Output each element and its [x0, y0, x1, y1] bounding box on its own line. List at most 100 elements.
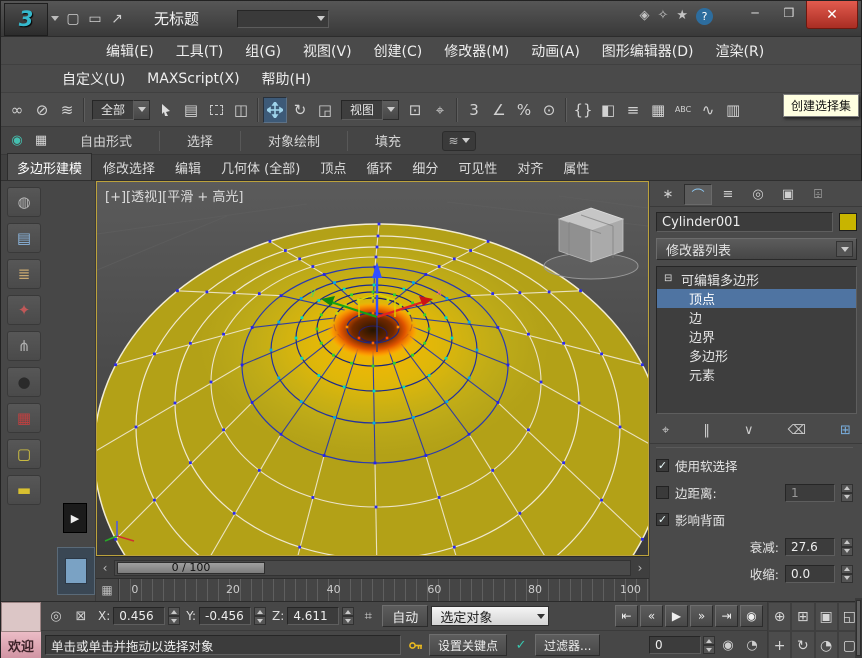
- terrain-tool-icon[interactable]: ◍: [7, 187, 41, 217]
- tab-loops[interactable]: 循环: [357, 154, 401, 180]
- previous-frame-icon[interactable]: «: [640, 605, 663, 627]
- document-tool-icon[interactable]: ▤: [7, 223, 41, 253]
- menu-create[interactable]: 创建(C): [363, 38, 434, 64]
- menu-help[interactable]: 帮助(H): [251, 66, 322, 92]
- edge-distance-spinner[interactable]: [841, 484, 853, 502]
- layer-manager-icon[interactable]: ▦: [646, 97, 670, 123]
- stack-item-element[interactable]: 元素: [657, 365, 856, 384]
- field-of-view-icon[interactable]: ◔: [815, 631, 838, 658]
- y-coordinate-field[interactable]: -0.456: [199, 607, 251, 625]
- remove-modifier-icon[interactable]: ⌫: [788, 423, 806, 438]
- tab-vertex[interactable]: 顶点: [311, 154, 355, 180]
- menu-group[interactable]: 组(G): [234, 38, 292, 64]
- tab-modify-selection[interactable]: 修改选择: [94, 154, 164, 180]
- rectangular-selection-region-icon[interactable]: [204, 97, 228, 123]
- time-slider-thumb[interactable]: 0 / 100: [117, 562, 265, 574]
- zoom-icon[interactable]: ⊕: [768, 602, 791, 631]
- frame-spinner[interactable]: [703, 636, 715, 654]
- redo-icon[interactable]: ↗: [106, 8, 128, 30]
- menu-tools[interactable]: 工具(T): [165, 38, 234, 64]
- object-color-swatch[interactable]: [839, 213, 857, 231]
- z-spinner[interactable]: [342, 607, 354, 625]
- time-slider-track[interactable]: 0 / 100: [114, 560, 631, 576]
- selection-lock-icon[interactable]: ⊠: [70, 605, 92, 627]
- mini-curve-editor-icon[interactable]: ▦: [96, 579, 118, 601]
- pin-stack-icon[interactable]: ⌖: [662, 423, 669, 438]
- viewport-canvas[interactable]: x y: [97, 182, 648, 555]
- tab-polygon-modeling[interactable]: 多边形建模: [7, 153, 92, 180]
- stack-item-vertex[interactable]: 顶点: [657, 289, 856, 308]
- tab-subdivide[interactable]: 细分: [403, 154, 447, 180]
- grid-toggle-icon[interactable]: ⌗: [357, 605, 379, 627]
- select-and-rotate-icon[interactable]: ↻: [288, 97, 312, 123]
- menu-graph-editors[interactable]: 图形编辑器(D): [591, 38, 705, 64]
- graphite-tools-icon[interactable]: ◉: [5, 130, 29, 152]
- star-icon[interactable]: ★: [676, 8, 688, 25]
- menu-modifiers[interactable]: 修改器(M): [433, 38, 520, 64]
- tab-modify-icon[interactable]: ⌒: [684, 184, 712, 205]
- current-frame-field[interactable]: 0: [649, 636, 701, 654]
- stack-item-edge[interactable]: 边: [657, 308, 856, 327]
- object-name-field[interactable]: Cylinder001: [656, 212, 833, 232]
- tab-align[interactable]: 对齐: [508, 154, 552, 180]
- ribbon-group-freeform[interactable]: 自由形式: [53, 131, 159, 150]
- select-and-link-icon[interactable]: ∞: [5, 97, 29, 123]
- selection-filter-dropdown[interactable]: 全部: [92, 100, 150, 120]
- z-coordinate-field[interactable]: 4.611: [287, 607, 339, 625]
- next-frame-icon[interactable]: »: [690, 605, 713, 627]
- viewport-layout-button[interactable]: [57, 547, 95, 595]
- layers-tool-icon[interactable]: ≣: [7, 259, 41, 289]
- x-coordinate-field[interactable]: 0.456: [113, 607, 165, 625]
- collapse-icon[interactable]: ⊟: [664, 274, 675, 285]
- isolate-selection-icon[interactable]: ◎: [45, 605, 67, 627]
- edit-named-selection-sets-icon[interactable]: {}: [571, 97, 595, 123]
- welcome-button[interactable]: 欢迎: [1, 632, 41, 658]
- select-object-icon[interactable]: [154, 97, 178, 123]
- schematic-view-icon[interactable]: ▥: [721, 97, 745, 123]
- bone-tool-icon[interactable]: ⋔: [7, 331, 41, 361]
- filters-button[interactable]: 过滤器...: [535, 634, 600, 656]
- maximize-button[interactable]: ❒: [772, 1, 806, 25]
- tab-utilities-icon[interactable]: ⌹: [804, 184, 832, 205]
- menu-maxscript[interactable]: MAXScript(X): [136, 68, 250, 90]
- zoom-all-icon[interactable]: ⊞: [791, 602, 814, 631]
- sphere-tool-icon[interactable]: ●: [7, 367, 41, 397]
- menu-views[interactable]: 视图(V): [292, 38, 363, 64]
- tab-hierarchy-icon[interactable]: ≡: [714, 184, 742, 205]
- welcome-panel[interactable]: [1, 602, 41, 632]
- curve-editor-icon[interactable]: ∿: [696, 97, 720, 123]
- mirror-icon[interactable]: ◧: [596, 97, 620, 123]
- window-crossing-icon[interactable]: ◫: [229, 97, 253, 123]
- open-file-icon[interactable]: ▭: [84, 8, 106, 30]
- new-scene-icon[interactable]: ▢: [62, 8, 84, 30]
- tab-edit[interactable]: 编辑: [166, 154, 210, 180]
- minimize-button[interactable]: ─: [738, 1, 772, 25]
- favorites-icon[interactable]: ✧: [657, 8, 668, 25]
- configure-modifier-sets-icon[interactable]: ⊞: [840, 423, 851, 438]
- select-and-scale-icon[interactable]: ◲: [313, 97, 337, 123]
- clapper-tool-icon[interactable]: ▦: [7, 403, 41, 433]
- stack-item-border[interactable]: 边界: [657, 327, 856, 346]
- tab-motion-icon[interactable]: ◎: [744, 184, 772, 205]
- track-bar-ruler[interactable]: 0 20 40 60 80 100: [118, 579, 649, 601]
- ribbon-group-selection[interactable]: 选择: [160, 131, 240, 150]
- bind-to-spacewarp-icon[interactable]: ≋: [55, 97, 79, 123]
- show-end-result-icon[interactable]: ‖: [703, 423, 710, 438]
- snap-toggle-3d-icon[interactable]: 3: [462, 97, 486, 123]
- tab-visibility[interactable]: 可见性: [449, 154, 506, 180]
- pan-icon[interactable]: +: [768, 631, 791, 658]
- marker-tool-icon[interactable]: ✦: [7, 295, 41, 325]
- menu-animation[interactable]: 动画(A): [520, 38, 591, 64]
- key-step-icon[interactable]: ◉: [717, 634, 739, 656]
- prev-frame-arrow-icon[interactable]: ‹: [98, 560, 112, 576]
- y-spinner[interactable]: [254, 607, 266, 625]
- panel-scrollbar[interactable]: [855, 598, 862, 658]
- app-menu-arrow-icon[interactable]: [51, 16, 59, 21]
- spinner-snap-icon[interactable]: ⊙: [537, 97, 561, 123]
- stack-item-polygon[interactable]: 多边形: [657, 346, 856, 365]
- auto-key-button[interactable]: 自动: [382, 605, 428, 627]
- close-button[interactable]: ✕: [806, 1, 858, 29]
- menu-edit[interactable]: 编辑(E): [95, 38, 165, 64]
- tab-create-icon[interactable]: ∗: [654, 184, 682, 205]
- community-icon[interactable]: ◈: [639, 8, 649, 25]
